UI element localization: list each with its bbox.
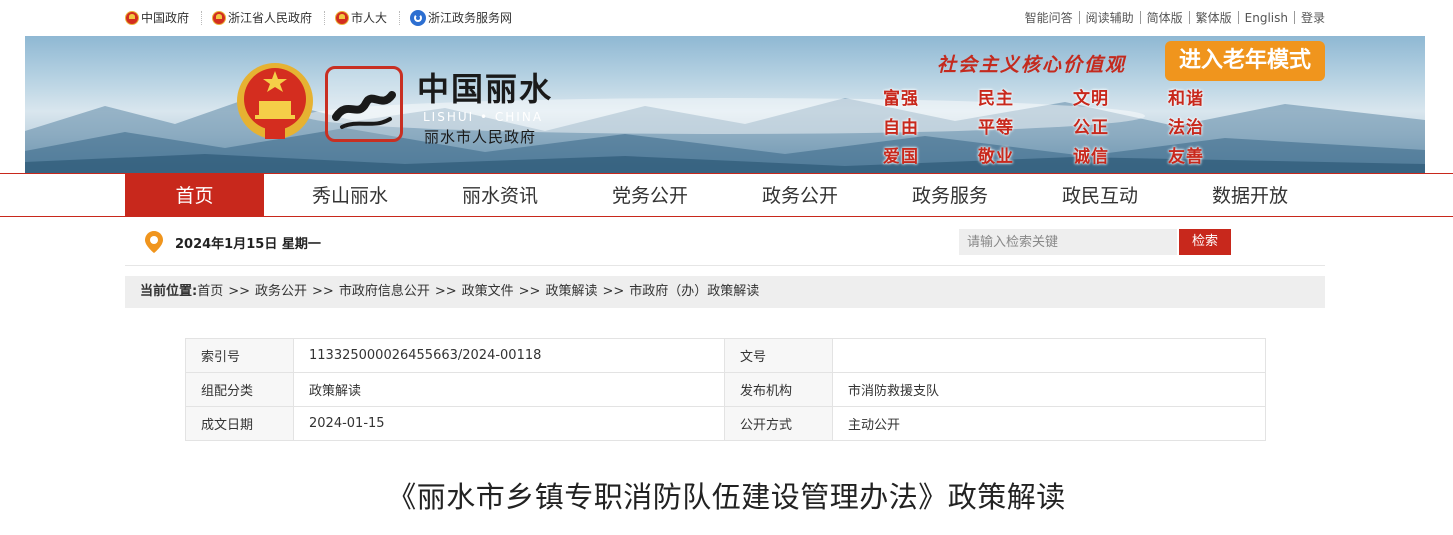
english-link[interactable]: English: [1245, 11, 1288, 25]
current-date: 2024年1月15日 星期一: [175, 236, 321, 252]
link-city-npc[interactable]: 市人大: [335, 9, 387, 26]
location-pin-icon: [145, 231, 163, 253]
breadcrumb-separator: >>: [602, 284, 625, 299]
nav-interaction[interactable]: 政民互动: [1025, 174, 1175, 217]
core-value: 文明: [1073, 89, 1109, 109]
meta-key: 组配分类: [185, 372, 294, 407]
divider: [1293, 11, 1295, 24]
meta-key: 索引号: [185, 338, 294, 373]
meta-value: 113325000026455663/2024-00118: [293, 338, 725, 373]
meta-key: 公开方式: [724, 406, 833, 441]
core-value: 爱国: [883, 147, 919, 167]
national-emblem-icon: [237, 63, 313, 139]
search-input[interactable]: [959, 229, 1177, 255]
elder-mode-button[interactable]: 进入老年模式: [1165, 41, 1325, 81]
nav-open-data[interactable]: 数据开放: [1175, 174, 1325, 217]
breadcrumb-item[interactable]: 首页: [197, 276, 223, 308]
core-value: 诚信: [1073, 147, 1109, 167]
core-values-slogan: 社会主义核心价值观: [937, 54, 1127, 76]
core-value: 法治: [1168, 118, 1204, 138]
related-sites: 中国政府 浙江省人民政府 市人大 浙江政务服务网: [125, 9, 512, 26]
nav-gov-affairs[interactable]: 政务公开: [725, 174, 875, 217]
divider: [125, 265, 1325, 266]
meta-value: [832, 338, 1266, 373]
zjzw-logo-icon: [410, 9, 427, 26]
core-value: 友善: [1168, 147, 1204, 167]
core-value: 敬业: [978, 147, 1014, 167]
table-row: 组配分类 政策解读 发布机构 市消防救援支队: [185, 372, 1266, 407]
divider: [1237, 11, 1239, 24]
national-emblem-icon: [212, 10, 227, 25]
search-button[interactable]: 检索: [1179, 229, 1231, 255]
divider: [201, 10, 203, 25]
breadcrumb-separator: >>: [228, 284, 251, 299]
meta-key: 文号: [724, 338, 833, 373]
core-value: 平等: [978, 118, 1014, 138]
login-link[interactable]: 登录: [1301, 9, 1325, 26]
site-logo-title[interactable]: 中国丽水: [417, 64, 553, 110]
breadcrumb-label: 当前位置:: [140, 284, 198, 299]
table-row: 成文日期 2024-01-15 公开方式 主动公开: [185, 406, 1266, 441]
date-display: 2024年1月15日 星期一: [145, 231, 321, 253]
link-zhejiang-gov[interactable]: 浙江省人民政府: [212, 9, 312, 26]
core-value: 公正: [1073, 118, 1109, 138]
main-nav: 首页 秀山丽水 丽水资讯 党务公开 政务公开 政务服务 政民互动 数据开放: [0, 173, 1453, 217]
site-logo-name: 丽水市人民政府: [424, 128, 537, 146]
lishui-logo-icon: [325, 66, 403, 142]
breadcrumb-item[interactable]: 市政府（办）政策解读: [629, 276, 759, 308]
meta-value: 主动公开: [832, 406, 1266, 441]
breadcrumb-separator: >>: [312, 284, 334, 299]
top-bar: 中国政府 浙江省人民政府 市人大 浙江政务服务网 智能问答 阅读辅助 简体版 繁…: [0, 0, 1453, 36]
core-value: 富强: [883, 89, 919, 109]
article-title: 《丽水市乡镇专职消防队伍建设管理办法》政策解读: [387, 480, 1066, 514]
breadcrumb-item[interactable]: 政策解读: [545, 276, 597, 308]
breadcrumb-item[interactable]: 政策文件: [462, 276, 514, 308]
document-meta-table: 索引号 113325000026455663/2024-00118 文号 组配分…: [185, 338, 1266, 441]
utility-links: 智能问答 阅读辅助 简体版 繁体版 English 登录: [1025, 9, 1325, 26]
national-emblem-icon: [125, 10, 139, 25]
reading-aid-link[interactable]: 阅读辅助: [1086, 9, 1134, 26]
site-logo-subtitle: LISHUI • CHINA: [423, 110, 544, 124]
nav-gov-services[interactable]: 政务服务: [875, 174, 1025, 217]
divider: [1139, 11, 1141, 24]
breadcrumb-separator: >>: [518, 284, 541, 299]
divider: [324, 10, 326, 25]
core-value: 民主: [978, 89, 1014, 109]
divider: [1188, 11, 1190, 24]
core-value: 和谐: [1168, 89, 1204, 109]
breadcrumb: 当前位置: 首页 >> 政务公开 >> 市政府信息公开 >> 政策文件 >> 政…: [125, 276, 1325, 308]
smart-qa-link[interactable]: 智能问答: [1025, 9, 1073, 26]
national-emblem-icon: [335, 10, 350, 25]
header-banner: 中国丽水 LISHUI • CHINA 丽水市人民政府 社会主义核心价值观 进入…: [25, 36, 1425, 173]
traditional-link[interactable]: 繁体版: [1196, 9, 1232, 26]
nav-lishui-news[interactable]: 丽水资讯: [425, 174, 575, 217]
core-values-grid: 富强 民主 文明 和谐 自由 平等 公正 法治 爱国 敬业 诚信 友善: [883, 84, 1263, 171]
meta-key: 发布机构: [724, 372, 833, 407]
breadcrumb-item[interactable]: 市政府信息公开: [339, 276, 430, 308]
core-value: 自由: [883, 118, 919, 138]
nav-home[interactable]: 首页: [125, 174, 264, 217]
meta-key: 成文日期: [185, 406, 294, 441]
link-china-gov[interactable]: 中国政府: [125, 9, 189, 26]
simplified-link[interactable]: 简体版: [1147, 9, 1183, 26]
nav-party-affairs[interactable]: 党务公开: [575, 174, 725, 217]
meta-value: 政策解读: [293, 372, 725, 407]
link-zjzw-service[interactable]: 浙江政务服务网: [410, 9, 512, 26]
divider: [399, 10, 401, 25]
breadcrumb-item[interactable]: 政务公开: [255, 276, 307, 308]
breadcrumb-separator: >>: [434, 284, 457, 299]
table-row: 索引号 113325000026455663/2024-00118 文号: [185, 338, 1266, 373]
nav-xiushan-lishui[interactable]: 秀山丽水: [275, 174, 425, 217]
meta-value: 市消防救援支队: [832, 372, 1266, 407]
divider: [1078, 11, 1080, 24]
meta-value: 2024-01-15: [293, 406, 725, 441]
